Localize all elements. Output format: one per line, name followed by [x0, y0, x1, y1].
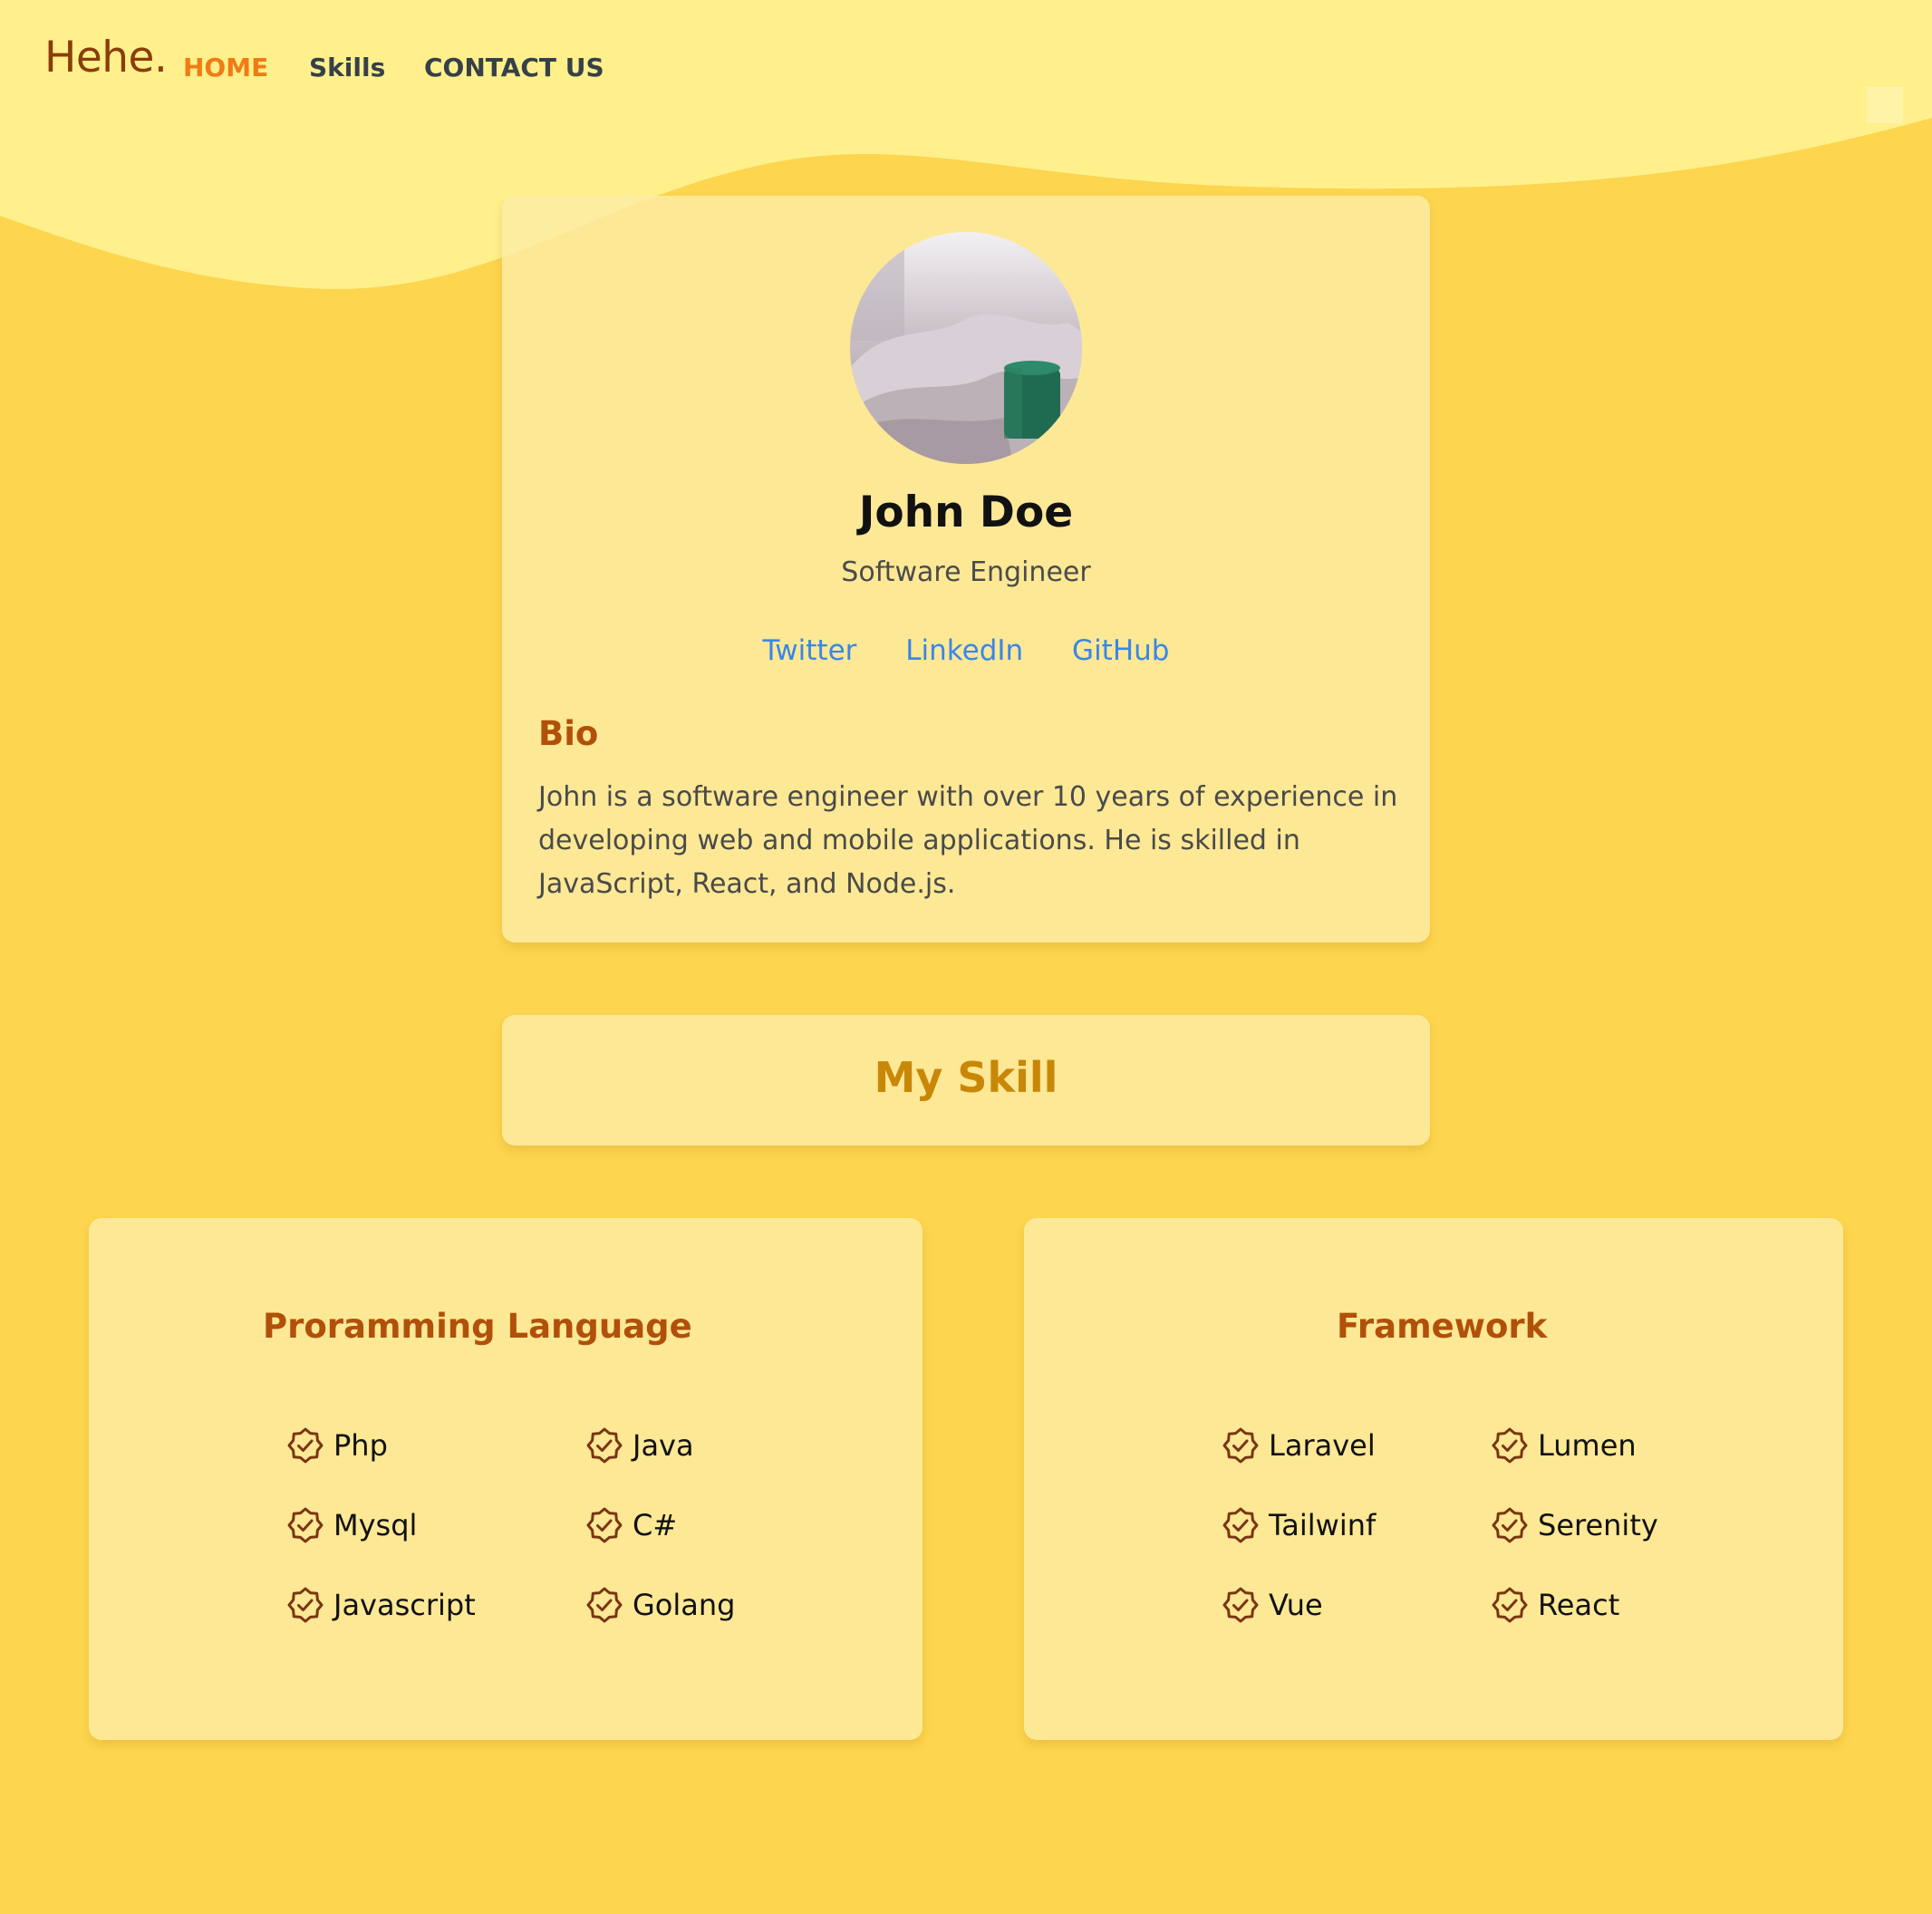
skill-label: Javascript — [333, 1588, 476, 1622]
check-badge-icon — [585, 1426, 623, 1464]
skill-item: Laravel — [1222, 1426, 1376, 1464]
check-badge-icon — [1491, 1426, 1529, 1464]
skills-header-card: My Skill — [502, 1015, 1430, 1146]
skills-heading: My Skill — [874, 1053, 1058, 1102]
check-badge-icon — [585, 1586, 623, 1624]
check-badge-icon — [286, 1586, 324, 1624]
bio-heading: Bio — [538, 714, 599, 753]
avatar-photo — [850, 232, 1082, 464]
skill-item: C# — [585, 1506, 677, 1544]
check-badge-icon — [585, 1506, 623, 1544]
skill-item: Java — [585, 1426, 694, 1464]
navbar: Hehe. HOME Skills CONTACT US — [0, 0, 1932, 136]
nav-link-contact-us[interactable]: CONTACT US — [424, 53, 604, 82]
skill-item: Php — [286, 1426, 388, 1464]
skill-item: React — [1491, 1586, 1619, 1624]
social-links: Twitter LinkedIn GitHub — [502, 634, 1430, 667]
profile-name: John Doe — [858, 488, 1074, 537]
nav-link-skills[interactable]: Skills — [309, 53, 385, 82]
skill-label: Java — [633, 1428, 694, 1463]
skill-label: Tailwinf — [1269, 1508, 1377, 1542]
skill-group-title: Framework — [1337, 1307, 1548, 1346]
skill-group-title: Proramming Language — [263, 1307, 692, 1346]
skill-item: Golang — [585, 1586, 735, 1624]
check-badge-icon — [1222, 1506, 1260, 1544]
skill-label: Laravel — [1269, 1428, 1376, 1463]
check-badge-icon — [1491, 1586, 1529, 1624]
skill-item: Vue — [1222, 1586, 1323, 1624]
skill-item: Lumen — [1491, 1426, 1637, 1464]
site-logo[interactable]: Hehe. — [44, 33, 168, 82]
check-badge-icon — [1222, 1426, 1260, 1464]
check-badge-icon — [1222, 1586, 1260, 1624]
profile-card: John Doe Software Engineer Twitter Linke… — [502, 196, 1430, 942]
check-badge-icon — [286, 1426, 324, 1464]
avatar — [850, 232, 1082, 464]
skill-item: Javascript — [286, 1586, 476, 1624]
bio-text: John is a software engineer with over 10… — [538, 781, 1398, 900]
skill-group-programming: Proramming Language Php Java Mysql C# Ja… — [89, 1218, 923, 1740]
skill-label: C# — [633, 1508, 678, 1542]
skill-label: Lumen — [1538, 1428, 1637, 1463]
skill-item: Mysql — [286, 1506, 417, 1544]
skill-item: Tailwinf — [1222, 1506, 1376, 1544]
skill-item: Serenity — [1491, 1506, 1658, 1544]
nav-link-home[interactable]: HOME — [183, 53, 268, 82]
github-link[interactable]: GitHub — [1072, 634, 1169, 667]
linkedin-link[interactable]: LinkedIn — [905, 634, 1023, 667]
skill-label: Mysql — [333, 1508, 418, 1542]
profile-title: Software Engineer — [841, 556, 1091, 588]
skill-label: Vue — [1269, 1588, 1323, 1622]
check-badge-icon — [1491, 1506, 1529, 1544]
skill-label: Php — [333, 1428, 388, 1463]
skill-label: Serenity — [1538, 1508, 1658, 1542]
skill-label: React — [1538, 1588, 1620, 1622]
check-badge-icon — [286, 1506, 324, 1544]
twitter-link[interactable]: Twitter — [763, 634, 857, 667]
skill-label: Golang — [633, 1588, 736, 1622]
skill-group-framework: Framework Laravel Lumen Tailwinf Serenit… — [1024, 1218, 1843, 1740]
